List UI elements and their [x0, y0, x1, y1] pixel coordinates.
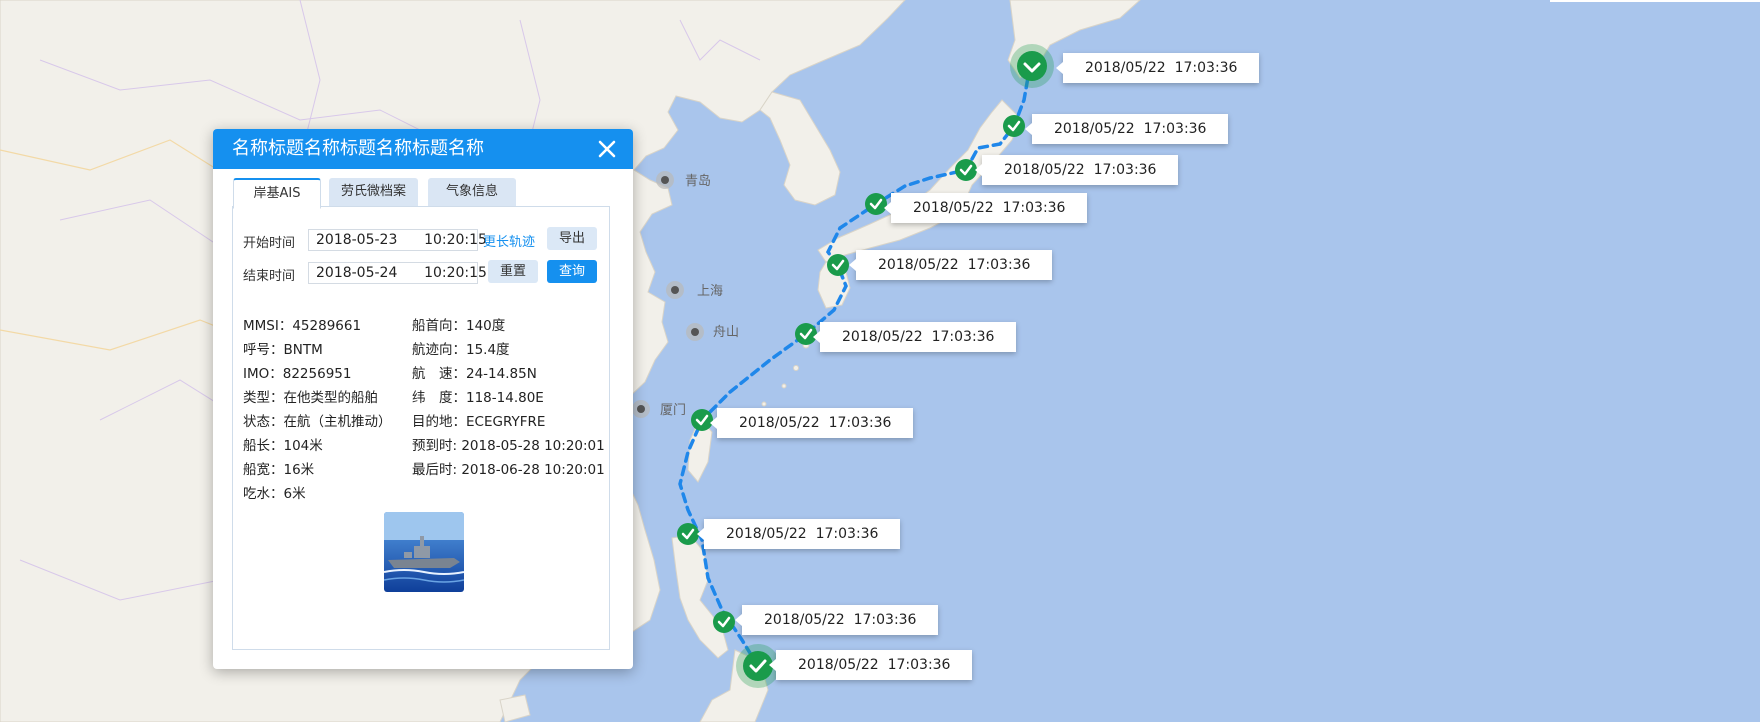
info-status: 状态：在航（主机推动）	[243, 414, 392, 430]
city-zhoushan[interactable]	[686, 323, 704, 341]
start-time-input[interactable]: 2018-05-23 10:20:15	[308, 229, 487, 251]
top-right-bar	[1550, 0, 1760, 2]
info-width: 船宽：16米	[243, 462, 315, 478]
info-callsign: 呼号：BNTM	[243, 342, 323, 358]
map-view[interactable]: 青岛 上海 舟山 厦门 2018/05/22 17:03:36 2018/05/…	[0, 0, 1760, 722]
info-mmsi: MMSI：45289661	[243, 318, 362, 334]
city-label: 青岛	[685, 173, 711, 189]
track-marker-3[interactable]	[955, 159, 977, 181]
track-marker-2[interactable]	[1003, 115, 1025, 137]
reset-button[interactable]: 重置	[488, 260, 538, 283]
track-time-label: 2018/05/22 17:03:36	[768, 650, 973, 680]
panel-title: 名称标题名称标题名称标题名称	[232, 138, 484, 159]
city-qingdao[interactable]	[656, 171, 674, 189]
city-shanghai[interactable]	[666, 281, 684, 299]
track-time-label: 2018/05/22 17:03:36	[696, 519, 901, 549]
export-button[interactable]: 导出	[547, 227, 597, 250]
city-label: 厦门	[660, 403, 686, 418]
track-time-label: 2018/05/22 17:03:36	[848, 250, 1053, 280]
track-marker-9[interactable]	[713, 611, 735, 633]
info-eta: 预到时: 2018-05-28 10:20:01	[412, 438, 605, 454]
city-label: 上海	[697, 284, 723, 299]
tab-weather-info[interactable]: 气象信息	[428, 178, 516, 206]
track-time-label: 2018/05/22 17:03:36	[883, 193, 1088, 223]
city-label: 舟山	[713, 325, 739, 340]
city-xiamen[interactable]	[632, 400, 650, 418]
track-marker-5[interactable]	[827, 254, 849, 276]
close-icon[interactable]	[597, 139, 617, 159]
longer-track-link[interactable]: 更长轨迹	[483, 231, 535, 250]
end-time-input[interactable]: 2018-05-24 10:20:15	[308, 262, 487, 284]
start-time-label: 开始时间	[243, 236, 296, 251]
tab-lloyds-profile[interactable]: 劳氏微档案	[329, 178, 418, 206]
track-time-label: 2018/05/22 17:03:36	[1024, 114, 1229, 144]
info-imo: IMO：82256951	[243, 366, 352, 382]
track-time-label: 2018/05/22 17:03:36	[812, 322, 1017, 352]
info-heading: 船首向：140度	[412, 318, 506, 334]
ship-photo[interactable]	[384, 512, 464, 592]
info-destination: 目的地：ECEGRYFRE	[412, 414, 546, 430]
info-type: 类型：在他类型的船舶	[243, 390, 378, 406]
tab-shore-ais[interactable]: 岸基AIS	[233, 178, 321, 209]
info-length: 船长：104米	[243, 438, 323, 454]
panel-header: 名称标题名称标题名称标题名称	[213, 129, 633, 169]
track-time-label: 2018/05/22 17:03:36	[734, 605, 939, 635]
info-latitude: 纬 度：118-14.80E	[412, 390, 544, 406]
track-marker-8[interactable]	[677, 523, 699, 545]
end-time-label: 结束时间	[243, 269, 296, 284]
info-course: 航迹向：15.4度	[412, 342, 510, 358]
track-time-label: 2018/05/22 17:03:36	[709, 408, 914, 438]
info-speed: 航 速：24-14.85N	[412, 366, 537, 382]
track-marker-1[interactable]	[1010, 44, 1054, 88]
search-button[interactable]: 查询	[547, 260, 597, 283]
info-draught: 吃水：6米	[243, 486, 306, 502]
track-time-label: 2018/05/22 17:03:36	[1055, 53, 1260, 83]
track-time-label: 2018/05/22 17:03:36	[974, 155, 1179, 185]
info-last-time: 最后时: 2018-06-28 10:20:01	[412, 462, 605, 478]
